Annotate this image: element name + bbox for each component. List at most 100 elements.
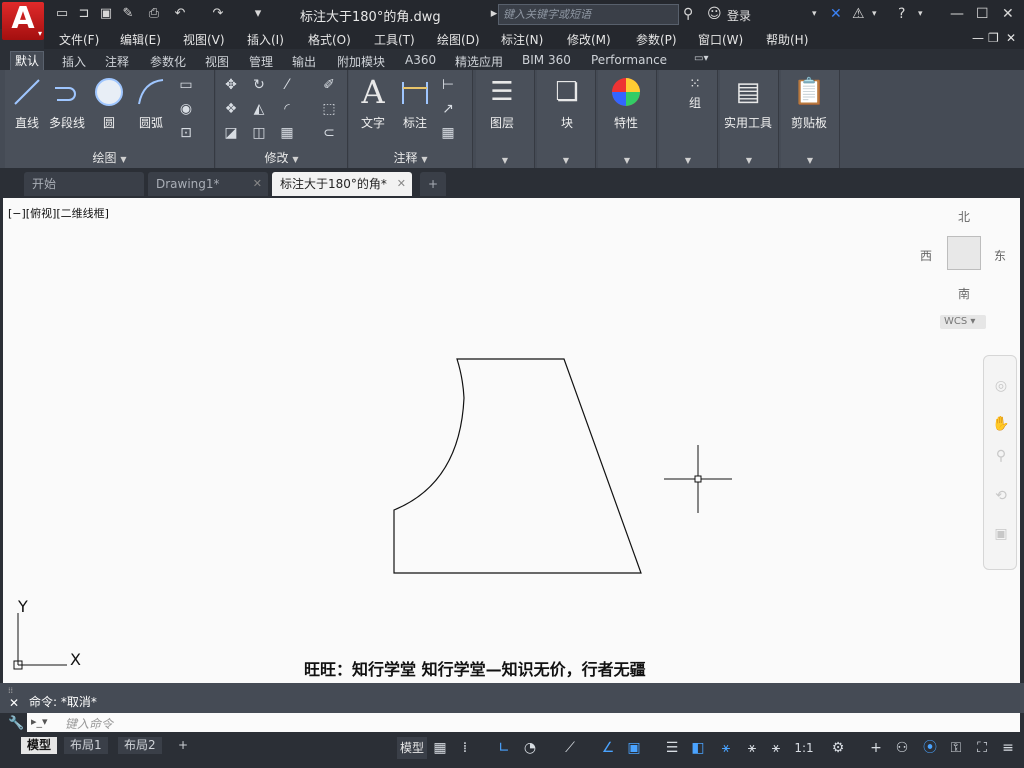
boundary-icon[interactable]: ⊡: [177, 124, 195, 142]
quick-properties-icon[interactable]: ⦿: [920, 737, 940, 759]
menu-insert[interactable]: 插入(I): [247, 31, 284, 48]
line-tool[interactable]: 直线: [11, 76, 43, 131]
save-icon[interactable]: ▣: [98, 6, 114, 22]
annotation-panel-title[interactable]: 注释 ▼: [349, 149, 472, 166]
command-prompt-icon[interactable]: ▸_▾: [31, 715, 48, 728]
menu-parametric[interactable]: 参数(P): [636, 31, 677, 48]
tab-featured-apps[interactable]: 精选应用: [455, 53, 503, 70]
layers-expand-icon[interactable]: ▼: [476, 152, 534, 166]
viewcube-north[interactable]: 北: [958, 208, 970, 225]
steering-wheel-icon[interactable]: ◎: [992, 378, 1010, 396]
menu-modify[interactable]: 修改(M): [567, 31, 611, 48]
utilities-tool[interactable]: ▤ 实用工具: [724, 76, 772, 131]
command-close-icon[interactable]: ✕: [9, 696, 19, 710]
ribbon-toggle-icon[interactable]: ▭▾: [694, 53, 708, 64]
arc-tool[interactable]: 圆弧: [135, 76, 167, 131]
layers-panel[interactable]: ☰ 图层 ▼: [476, 70, 535, 168]
lock-ui-icon[interactable]: ⚿: [946, 737, 966, 759]
tab-default[interactable]: 默认: [10, 51, 45, 70]
tab-manage[interactable]: 管理: [249, 53, 273, 70]
snap-icon[interactable]: ⁞: [455, 737, 475, 759]
plus-icon[interactable]: +: [866, 737, 886, 759]
move-icon[interactable]: ✥: [222, 76, 240, 94]
menu-edit[interactable]: 编辑(E): [120, 31, 161, 48]
layers-tool[interactable]: ☰ 图层: [486, 76, 518, 131]
trim-icon[interactable]: ⁄: [278, 76, 296, 94]
exchange-icon[interactable]: ✕: [830, 5, 842, 23]
menu-window[interactable]: 窗口(W): [698, 31, 743, 48]
new-file-icon[interactable]: ▭: [54, 6, 70, 22]
polar-tracking-icon[interactable]: ◔: [520, 737, 540, 759]
draw-panel-title[interactable]: 绘图 ▼: [5, 149, 214, 166]
polyline-tool[interactable]: 多段线: [49, 76, 85, 131]
help-dropdown-icon[interactable]: ▾: [918, 5, 923, 23]
zoom-icon[interactable]: ⚲: [992, 448, 1010, 466]
menu-dimension[interactable]: 标注(N): [501, 31, 543, 48]
isodraft-icon[interactable]: ⟋: [560, 737, 580, 759]
erase-icon[interactable]: ✐: [320, 76, 338, 94]
doc-close-icon[interactable]: ✕: [1006, 31, 1016, 45]
clipboard-panel[interactable]: 📋 剪贴板 ▼: [781, 70, 840, 168]
viewcube-west[interactable]: 西: [920, 247, 932, 264]
grid-icon[interactable]: ▦: [430, 737, 450, 759]
annotation-visibility-icon[interactable]: ⚹: [716, 737, 736, 759]
block-tool[interactable]: ❏ 块: [551, 76, 583, 131]
group-tool[interactable]: ⁙ 组: [679, 76, 711, 111]
viewcube-east[interactable]: 东: [994, 247, 1006, 264]
viewcube-south[interactable]: 南: [958, 285, 970, 302]
redo-icon[interactable]: ↷: [210, 6, 226, 22]
linear-dim-icon[interactable]: ⊢: [439, 76, 457, 94]
utilities-panel[interactable]: ▤ 实用工具 ▼: [720, 70, 779, 168]
properties-panel[interactable]: 特性 ▼: [598, 70, 657, 168]
tab-parametric[interactable]: 参数化: [150, 53, 186, 70]
workspace-gear-icon[interactable]: ⚙: [828, 737, 848, 759]
viewcube[interactable]: [947, 236, 981, 270]
stretch-icon[interactable]: ◪: [222, 124, 240, 142]
tab-insert[interactable]: 插入: [62, 53, 86, 70]
lineweight-icon[interactable]: ☰: [662, 737, 682, 759]
properties-tool[interactable]: 特性: [610, 76, 642, 131]
annotation-scale-icon[interactable]: ⚹: [766, 737, 786, 759]
showmotion-icon[interactable]: ▣: [992, 526, 1010, 544]
print-icon[interactable]: ⎙: [146, 6, 162, 22]
doc-tab-close-icon[interactable]: ✕: [397, 172, 406, 196]
object-snap-tracking-icon[interactable]: ∠: [598, 737, 618, 759]
doc-restore-icon[interactable]: ❐: [988, 31, 999, 45]
rotate-icon[interactable]: ↻: [250, 76, 268, 94]
properties-expand-icon[interactable]: ▼: [598, 152, 656, 166]
menu-view[interactable]: 视图(V): [183, 31, 225, 48]
doc-tab-start[interactable]: 开始: [24, 172, 144, 196]
rectangle-icon[interactable]: ▭: [177, 76, 195, 94]
doc-tab-drawing1[interactable]: Drawing1* ✕: [148, 172, 268, 196]
utilities-expand-icon[interactable]: ▼: [720, 152, 778, 166]
mirror-icon[interactable]: ◭: [250, 100, 268, 118]
groups-expand-icon[interactable]: ▼: [659, 152, 717, 166]
tab-bim360[interactable]: BIM 360: [522, 53, 571, 67]
new-tab-icon[interactable]: +: [420, 172, 446, 196]
tab-performance[interactable]: Performance: [591, 53, 667, 67]
search-input[interactable]: 键入关键字或短语: [498, 4, 679, 25]
selection-cycling-icon[interactable]: ◧: [688, 737, 708, 759]
clean-screen-icon[interactable]: ⛶: [972, 737, 992, 759]
scale-icon[interactable]: ◫: [250, 124, 268, 142]
help-icon[interactable]: ?: [898, 5, 905, 23]
groups-panel[interactable]: ⁙ 组 ▼: [659, 70, 718, 168]
menu-format[interactable]: 格式(O): [308, 31, 351, 48]
table-icon[interactable]: ▦: [439, 124, 457, 142]
dimension-tool[interactable]: 标注: [399, 76, 431, 131]
ortho-icon[interactable]: ∟: [494, 737, 514, 759]
pan-icon[interactable]: ✋: [992, 416, 1010, 434]
model-space-button[interactable]: 模型: [397, 737, 428, 759]
tab-output[interactable]: 输出: [292, 53, 316, 70]
copy-icon[interactable]: ❖: [222, 100, 240, 118]
clipboard-expand-icon[interactable]: ▼: [781, 152, 839, 166]
units-icon[interactable]: ⚇: [892, 737, 912, 759]
explode-icon[interactable]: ⬚: [320, 100, 338, 118]
command-input[interactable]: 键入命令: [65, 715, 113, 732]
add-layout-icon[interactable]: +: [172, 737, 194, 754]
block-panel[interactable]: ❏ 块 ▼: [537, 70, 596, 168]
a360-dropdown-icon[interactable]: ▾: [872, 5, 877, 23]
object-snap-icon[interactable]: ▣: [624, 737, 644, 759]
clipboard-tool[interactable]: 📋 剪贴板: [791, 76, 827, 131]
circle-tool[interactable]: 圆: [93, 76, 125, 131]
